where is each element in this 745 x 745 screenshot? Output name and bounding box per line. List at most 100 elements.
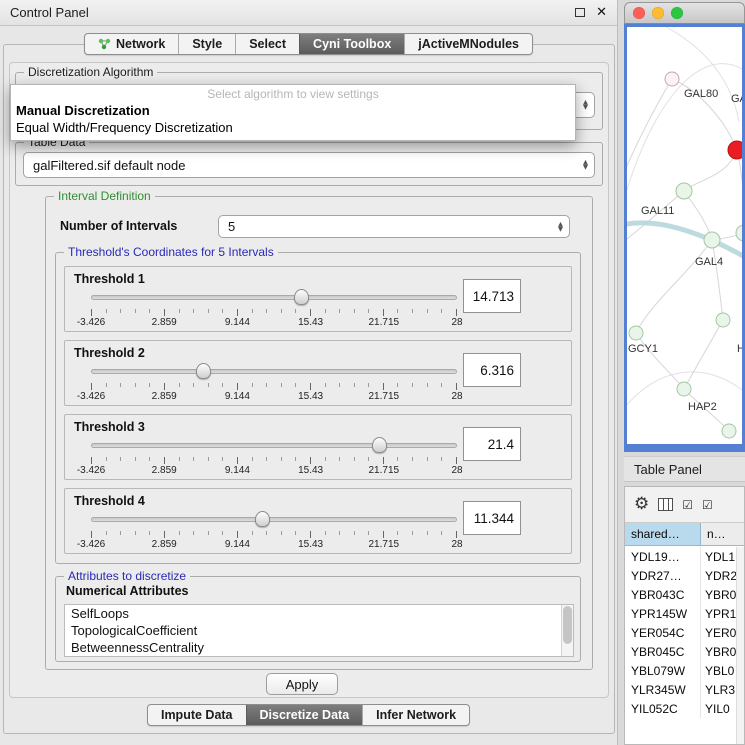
network-node[interactable] [676,183,692,199]
table-row[interactable]: YBR045CYBR0 [625,642,744,661]
num-intervals-combobox[interactable]: 5 ▲▼ [218,215,570,238]
tab-style[interactable]: Style [178,34,235,54]
network-node[interactable] [665,72,679,86]
tab-select[interactable]: Select [235,34,299,54]
tab-infer-network[interactable]: Infer Network [362,705,469,725]
minimize-traffic-light-icon[interactable] [652,7,664,19]
control-panel: Control Panel ✕ Network Style Select Cyn [0,0,618,745]
table-row[interactable]: YLR345WYLR3 [625,680,744,699]
scrollbar-thumb[interactable] [563,606,572,644]
scale-label: 21.715 [369,465,400,476]
slider-thumb[interactable] [196,363,211,379]
network-view-frame: GAL80GAGAL11GAL4GCY1HHAP2 [624,24,745,452]
slider-thumb[interactable] [255,511,270,527]
attribute-list-item[interactable]: TopologicalCoefficient [65,622,573,639]
table-settings-gear-icon[interactable]: ⚙ [634,496,649,513]
table-row[interactable]: YBR043CYBR0 [625,585,744,604]
slider-ruler [91,531,457,538]
network-node[interactable] [728,141,742,159]
tab-impute-data[interactable]: Impute Data [148,705,246,725]
network-window-titlebar[interactable] [624,2,745,24]
table-row[interactable]: YBL079WYBL0 [625,661,744,680]
discretization-group-title: Discretization Algorithm [24,65,157,79]
table-panel: ⚙ ☑ ☑ shared… n… YDL19…YDL1YDR27…YDR2YBR… [624,486,745,745]
threshold-value-field[interactable]: 11.344 [463,501,521,535]
threshold-value-field[interactable]: 21.4 [463,427,521,461]
threshold-value-field[interactable]: 6.316 [463,353,521,387]
table-data-combobox[interactable]: galFiltered.sif default node ▲▼ [23,152,595,178]
control-panel-title: Control Panel [10,5,89,20]
network-node[interactable] [704,232,720,248]
unselect-columns-icon[interactable]: ☑ [702,499,713,511]
table-row[interactable]: YIL052CYIL0 [625,699,744,718]
tab-jactivemnodules[interactable]: jActiveMNodules [404,34,532,54]
tab-network[interactable]: Network [85,34,178,54]
popup-option-manual-discretization[interactable]: Manual Discretization [11,102,575,119]
close-traffic-light-icon[interactable] [633,7,645,19]
slider-scale: -3.4262.8599.14415.4321.71528 [91,465,457,477]
slider-track[interactable] [91,295,457,300]
network-node[interactable] [716,313,730,327]
table-header-row: shared… n… [625,523,744,546]
tab-cyni-toolbox[interactable]: Cyni Toolbox [299,34,404,54]
table-row[interactable]: YER054CYER0 [625,623,744,642]
thresholds-group: Threshold's Coordinates for 5 Intervals … [55,252,581,564]
tab-discretize-data[interactable]: Discretize Data [246,705,363,725]
column-header-shared-name[interactable]: shared… [625,523,701,545]
tab-label: Infer Network [376,708,456,722]
scale-label: 15.43 [298,317,323,328]
threshold-value-field[interactable]: 14.713 [463,279,521,313]
popup-option-equal-width[interactable]: Equal Width/Frequency Discretization [11,119,575,136]
table-cell: YLR345W [625,680,701,699]
table-row[interactable]: YDR27…YDR2 [625,566,744,585]
slider-track[interactable] [91,443,457,448]
network-node[interactable] [629,326,643,340]
threshold-slider[interactable] [91,289,457,306]
table-row[interactable]: YPR145WYPR1 [625,604,744,623]
table-cell: YDR27… [625,566,701,585]
apply-button[interactable]: Apply [266,673,338,695]
tab-label: Impute Data [161,708,233,722]
threshold-panel: Threshold 1 -3.4262.8599.14415.4321.7152… [64,266,572,332]
tab-label: Discretize Data [260,708,350,722]
attribute-list-item[interactable]: SelfLoops [65,605,573,622]
table-toolbar: ⚙ ☑ ☑ [625,487,744,523]
network-node[interactable] [677,382,691,396]
network-window: GAL80GAGAL11GAL4GCY1HHAP2 [624,2,745,452]
threshold-panel: Threshold 4 -3.4262.8599.14415.4321.7152… [64,488,572,554]
scale-label: 2.859 [152,391,177,402]
network-icon [98,38,111,50]
slider-track[interactable] [91,369,457,374]
threshold-slider[interactable] [91,437,457,454]
close-window-icon[interactable]: ✕ [596,6,607,19]
combo-arrows-icon: ▲▼ [558,222,563,232]
popup-hint: Select algorithm to view settings [11,85,575,102]
threshold-slider[interactable] [91,511,457,528]
scale-label: -3.426 [77,539,105,550]
select-all-columns-icon[interactable]: ☑ [682,499,693,511]
slider-track[interactable] [91,517,457,522]
show-columns-icon[interactable] [658,498,673,511]
num-intervals-label: Number of Intervals [60,219,177,233]
table-row[interactable]: YDL19…YDL1 [625,547,744,566]
network-node[interactable] [722,424,736,438]
attribute-list-item[interactable]: BetweennessCentrality [65,639,573,656]
threshold-slider[interactable] [91,363,457,380]
slider-thumb[interactable] [372,437,387,453]
network-node[interactable] [736,225,742,241]
attributes-list[interactable]: SelfLoopsTopologicalCoefficientBetweenne… [64,604,574,657]
table-scrollbar[interactable] [736,547,744,744]
network-canvas[interactable]: GAL80GAGAL11GAL4GCY1HHAP2 [627,27,742,446]
scale-label: 9.144 [225,539,250,550]
attributes-scrollbar[interactable] [561,605,573,656]
network-node-label: GA [731,93,742,105]
scale-label: 28 [451,465,462,476]
table-rows: YDL19…YDL1YDR27…YDR2YBR043CYBR0YPR145WYP… [625,547,744,744]
numerical-attributes-label: Numerical Attributes [66,584,188,598]
zoom-traffic-light-icon[interactable] [671,7,683,19]
float-window-icon[interactable] [575,8,585,17]
slider-thumb[interactable] [294,289,309,305]
column-header-name[interactable]: n… [701,523,744,545]
top-tab-bar: Network Style Select Cyni Toolbox jActiv… [0,33,617,55]
bottom-tab-group: Impute Data Discretize Data Infer Networ… [147,704,470,726]
